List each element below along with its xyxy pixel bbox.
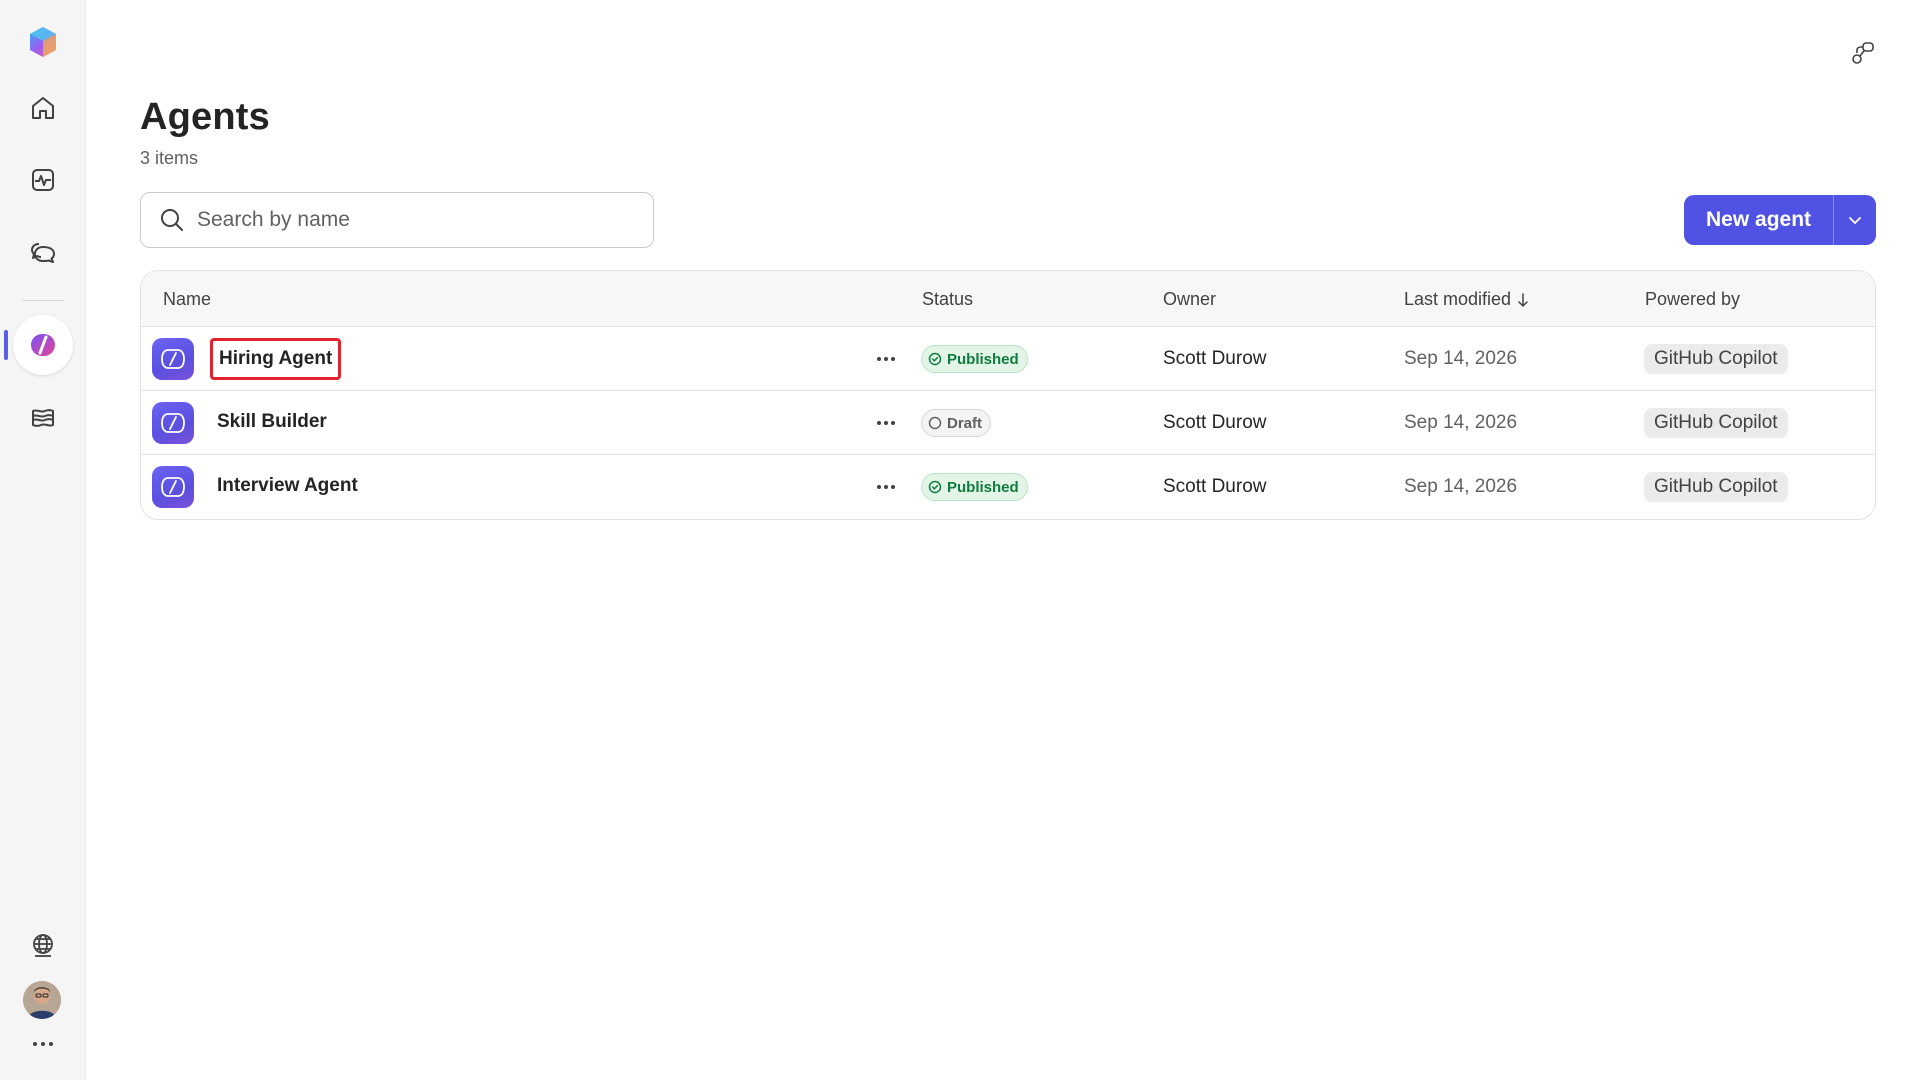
status-label: Draft xyxy=(947,414,983,432)
agent-name-link[interactable]: Interview Agent xyxy=(217,475,358,497)
column-header-status[interactable]: Status xyxy=(922,289,973,310)
avatar[interactable] xyxy=(23,981,61,1019)
check-circle-icon xyxy=(928,352,942,366)
column-header-modified-label: Last modified xyxy=(1404,289,1512,309)
more-options-icon[interactable] xyxy=(871,409,901,437)
more-options-icon[interactable] xyxy=(871,473,901,501)
agent-studio-icon[interactable] xyxy=(13,315,73,375)
page-title: Agents xyxy=(140,96,270,138)
more-options-icon[interactable] xyxy=(871,345,901,373)
status-badge: Draft xyxy=(921,409,992,437)
status-badge: Published xyxy=(921,473,1028,501)
table-row[interactable]: Skill Builder Draft Scott Durow Sep 14, … xyxy=(141,391,1875,455)
powered-by-tag: GitHub Copilot xyxy=(1644,408,1788,438)
agent-name-link[interactable]: Skill Builder xyxy=(217,411,327,433)
column-header-owner[interactable]: Owner xyxy=(1163,289,1216,310)
agent-avatar-icon xyxy=(152,402,194,444)
rail-divider xyxy=(22,300,64,301)
powered-by-tag: GitHub Copilot xyxy=(1644,472,1788,502)
column-header-modified[interactable]: Last modified xyxy=(1404,289,1529,310)
draft-circle-icon xyxy=(928,416,942,430)
owner-cell: Scott Durow xyxy=(1163,476,1267,497)
more-horizontal-icon[interactable] xyxy=(13,1024,73,1064)
search-icon xyxy=(161,209,183,231)
new-agent-button[interactable]: New agent xyxy=(1684,195,1833,245)
chevron-down-icon xyxy=(1849,217,1861,225)
modified-cell: Sep 14, 2026 xyxy=(1404,412,1518,433)
modified-cell: Sep 14, 2026 xyxy=(1404,476,1518,497)
table-header: Name Status Owner Last modified Powered … xyxy=(141,271,1875,327)
column-header-powered-by[interactable]: Powered by xyxy=(1645,289,1740,310)
agent-name-link[interactable]: Hiring Agent xyxy=(210,338,342,380)
owner-cell: Scott Durow xyxy=(1163,348,1267,369)
check-circle-icon xyxy=(928,480,942,494)
search-input[interactable] xyxy=(197,208,617,232)
owner-cell: Scott Durow xyxy=(1163,412,1267,433)
new-agent-split-button: New agent xyxy=(1684,195,1877,245)
status-label: Published xyxy=(947,478,1019,496)
globe-icon[interactable] xyxy=(13,915,73,975)
new-agent-dropdown-button[interactable] xyxy=(1834,195,1876,245)
sort-descending-icon xyxy=(1518,292,1528,307)
table-row[interactable]: Interview Agent Published Scott Durow Se… xyxy=(141,455,1875,519)
home-icon[interactable] xyxy=(13,78,73,138)
chat-icon[interactable] xyxy=(13,222,73,282)
library-icon[interactable] xyxy=(13,388,73,448)
agent-avatar-icon xyxy=(152,466,194,508)
left-rail xyxy=(0,0,86,1080)
search-box[interactable] xyxy=(140,192,654,248)
status-badge: Published xyxy=(921,345,1028,373)
table-row[interactable]: Hiring Agent Published Scott Durow Sep 1… xyxy=(141,327,1875,391)
activity-icon[interactable] xyxy=(13,150,73,210)
item-count: 3 items xyxy=(140,148,199,168)
modified-cell: Sep 14, 2026 xyxy=(1404,348,1518,369)
status-label: Published xyxy=(947,350,1019,368)
app-logo-icon[interactable] xyxy=(13,12,73,72)
column-header-name[interactable]: Name xyxy=(163,289,211,310)
powered-by-tag: GitHub Copilot xyxy=(1644,344,1788,374)
active-indicator xyxy=(4,330,8,360)
agents-table: Name Status Owner Last modified Powered … xyxy=(140,270,1876,520)
connections-icon[interactable] xyxy=(1850,40,1876,66)
agent-avatar-icon xyxy=(152,338,194,380)
